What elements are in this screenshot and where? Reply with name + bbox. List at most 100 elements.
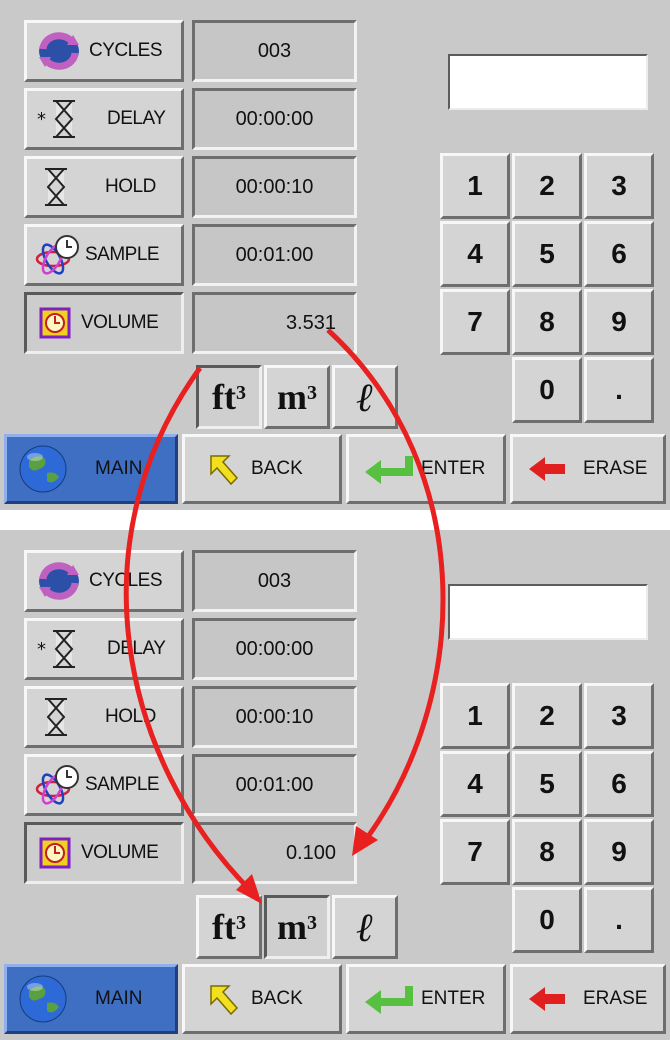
unit-ft-exponent: 3 [235, 381, 246, 404]
key-7[interactable]: 7 [440, 819, 510, 885]
key-2[interactable]: 2 [512, 153, 582, 219]
erase-arrow-icon [529, 457, 565, 481]
key-4[interactable]: 4 [440, 751, 510, 817]
erase-label: ERASE [583, 458, 648, 479]
main-button[interactable]: MAIN [4, 964, 178, 1034]
cycles-label: CYCLES [89, 40, 163, 61]
key-1[interactable]: 1 [440, 153, 510, 219]
sample-label: SAMPLE [85, 774, 160, 795]
entry-display [448, 584, 648, 640]
unit-m-text: m [277, 907, 307, 947]
key-decimal[interactable]: . [584, 887, 654, 953]
hold-label: HOLD [105, 176, 156, 197]
delay-value: 00:00:00 [192, 618, 357, 680]
hold-button[interactable]: HOLD [24, 156, 184, 218]
key-4[interactable]: 4 [440, 221, 510, 287]
key-7[interactable]: 7 [440, 289, 510, 355]
key-6[interactable]: 6 [584, 221, 654, 287]
volume-value: 0.100 [192, 822, 357, 884]
clock-cube-icon [39, 837, 71, 869]
volume-button[interactable]: VOLUME [24, 292, 184, 354]
volume-value: 3.531 [192, 292, 357, 354]
clock-cube-icon [39, 307, 71, 339]
unit-m3-button[interactable]: m3 [264, 365, 330, 429]
erase-button[interactable]: ERASE [510, 964, 666, 1034]
key-5[interactable]: 5 [512, 751, 582, 817]
unit-ft-text: ft [212, 377, 236, 417]
delay-button[interactable]: * DELAY [24, 88, 184, 150]
delay-button[interactable]: * DELAY [24, 618, 184, 680]
sample-label: SAMPLE [85, 244, 160, 265]
enter-label: ENTER [421, 988, 486, 1009]
key-0[interactable]: 0 [512, 357, 582, 423]
after-panel: CYCLES 003 * DELAY 00:00:00 HOLD 00:00:1… [0, 530, 670, 1040]
hourglass-icon [45, 698, 67, 736]
erase-label: ERASE [583, 988, 648, 1009]
unit-m-exponent: 3 [307, 381, 317, 404]
unit-ft3-button[interactable]: ft 3 [196, 365, 262, 429]
enter-arrow-icon [365, 456, 413, 484]
cycles-value: 003 [192, 20, 357, 82]
sample-button[interactable]: SAMPLE [24, 224, 184, 286]
key-8[interactable]: 8 [512, 819, 582, 885]
hourglass-icon [45, 168, 67, 206]
main-label: MAIN [95, 988, 143, 1009]
main-label: MAIN [95, 458, 143, 479]
delay-value: 00:00:00 [192, 88, 357, 150]
cycles-button[interactable]: CYCLES [24, 20, 184, 82]
sample-value: 00:01:00 [192, 224, 357, 286]
erase-arrow-icon [529, 987, 565, 1011]
enter-label: ENTER [421, 458, 486, 479]
cycle-arrows-icon [39, 32, 79, 70]
key-3[interactable]: 3 [584, 153, 654, 219]
back-button[interactable]: BACK [182, 434, 342, 504]
cycles-value: 003 [192, 550, 357, 612]
key-9[interactable]: 9 [584, 819, 654, 885]
hold-value: 00:00:10 [192, 686, 357, 748]
key-9[interactable]: 9 [584, 289, 654, 355]
atom-clock-icon [35, 765, 79, 805]
delay-label: DELAY [107, 638, 166, 659]
unit-liter-text: ℓ [356, 904, 374, 950]
volume-label: VOLUME [81, 312, 159, 333]
unit-ft-text: ft [212, 907, 236, 947]
unit-liter-button[interactable]: ℓ [332, 895, 398, 959]
sample-value: 00:01:00 [192, 754, 357, 816]
globe-icon [19, 445, 67, 493]
key-0[interactable]: 0 [512, 887, 582, 953]
unit-m3-button[interactable]: m3 [264, 895, 330, 959]
entry-display [448, 54, 648, 110]
globe-icon [19, 975, 67, 1023]
key-2[interactable]: 2 [512, 683, 582, 749]
main-button[interactable]: MAIN [4, 434, 178, 504]
back-label: BACK [251, 458, 303, 479]
cycles-label: CYCLES [89, 570, 163, 591]
key-8[interactable]: 8 [512, 289, 582, 355]
back-arrow-icon [210, 455, 239, 486]
enter-arrow-icon [365, 986, 413, 1014]
key-3[interactable]: 3 [584, 683, 654, 749]
key-5[interactable]: 5 [512, 221, 582, 287]
volume-label: VOLUME [81, 842, 159, 863]
volume-button[interactable]: VOLUME [24, 822, 184, 884]
hold-button[interactable]: HOLD [24, 686, 184, 748]
sample-button[interactable]: SAMPLE [24, 754, 184, 816]
erase-button[interactable]: ERASE [510, 434, 666, 504]
key-6[interactable]: 6 [584, 751, 654, 817]
back-label: BACK [251, 988, 303, 1009]
hold-label: HOLD [105, 706, 156, 727]
enter-button[interactable]: ENTER [346, 434, 506, 504]
unit-liter-button[interactable]: ℓ [332, 365, 398, 429]
svg-text:*: * [37, 639, 46, 660]
delay-label: DELAY [107, 108, 166, 129]
key-1[interactable]: 1 [440, 683, 510, 749]
enter-button[interactable]: ENTER [346, 964, 506, 1034]
before-panel: CYCLES 003 * DELAY 00:00:00 HOLD 00:00:1… [0, 0, 670, 510]
svg-text:*: * [37, 109, 46, 130]
unit-ft3-button[interactable]: ft 3 [196, 895, 262, 959]
unit-ft-exponent: 3 [235, 911, 246, 934]
key-decimal[interactable]: . [584, 357, 654, 423]
back-button[interactable]: BACK [182, 964, 342, 1034]
cycles-button[interactable]: CYCLES [24, 550, 184, 612]
unit-liter-text: ℓ [356, 374, 374, 420]
